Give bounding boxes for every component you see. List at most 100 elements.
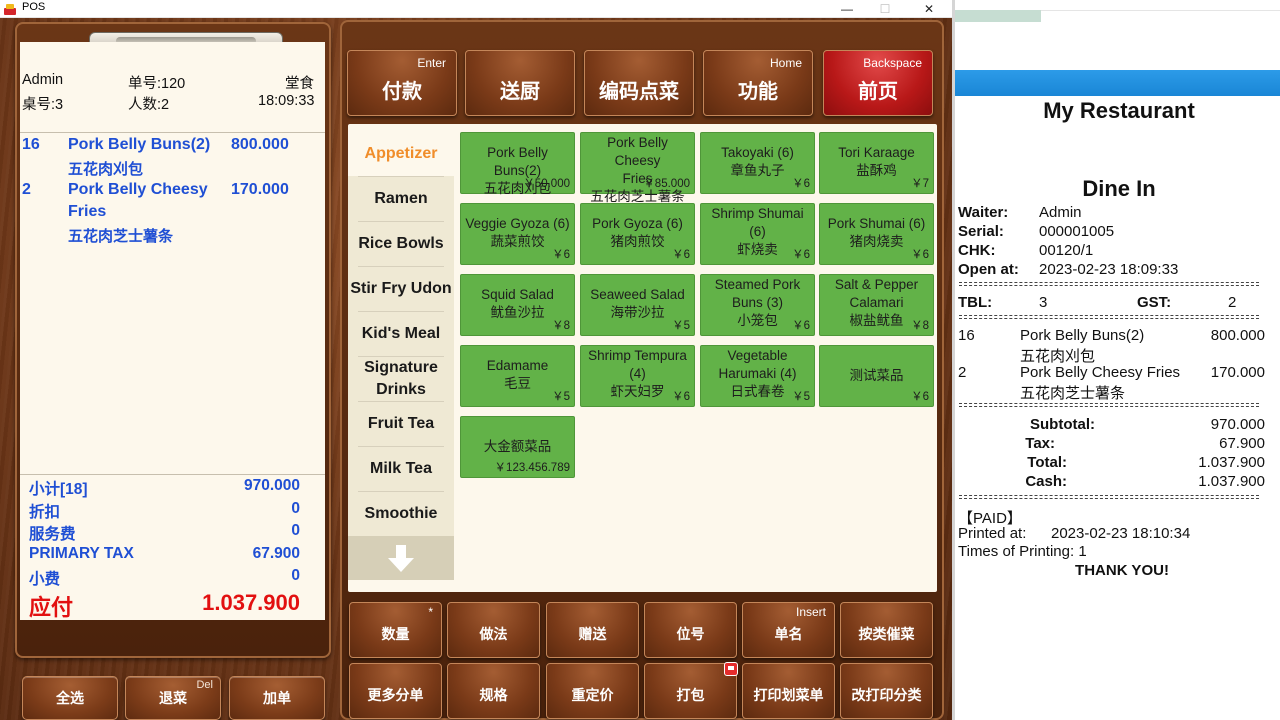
dish-price: ￥50.000: [523, 178, 570, 190]
dish-button[interactable]: Shrimp Tempura (4) 虾天妇罗 ￥6: [580, 345, 695, 407]
receipt-open-time: 2023-02-23 18:09:33: [1039, 261, 1179, 278]
action-button[interactable]: 赠送: [546, 602, 639, 658]
action-button[interactable]: Insert 单名: [742, 602, 835, 658]
dish-button[interactable]: Pork Gyoza (6) 猪肉煎饺 ￥6: [580, 203, 695, 265]
action-button[interactable]: 重定价: [546, 663, 639, 719]
category-scroll-down-button[interactable]: [348, 536, 454, 580]
action-button[interactable]: 做法: [447, 602, 540, 658]
return-item-button[interactable]: 退菜 Del: [125, 676, 221, 720]
receipt-tbl: 3: [1039, 294, 1048, 311]
dish-price: ￥6: [552, 249, 570, 261]
category-fruit-tea[interactable]: Fruit Tea: [348, 402, 454, 446]
dish-button[interactable]: Shrimp Shumai (6) 虾烧卖 ￥6: [700, 203, 815, 265]
item-name: Pork Belly Buns(2): [68, 136, 211, 153]
front-page-button[interactable]: Backspace 前页: [823, 50, 933, 116]
category-appetizer[interactable]: Appetizer: [348, 132, 454, 176]
dish-button[interactable]: Edamame 毛豆 ￥5: [460, 345, 575, 407]
receipt-divider: [959, 495, 1259, 499]
dish-button[interactable]: Tori Karaage 盐酥鸡 ￥7: [819, 132, 934, 194]
action-button-label: 改打印分类: [851, 688, 922, 704]
order-summary: 小计[18] 970.000 折扣 0 服务费 0 PRIMARY TAX 67…: [20, 474, 325, 620]
dish-button[interactable]: Takoyaki (6) 章鱼丸子 ￥6: [700, 132, 815, 194]
receipt-subtotal-label: Subtotal:: [1030, 416, 1095, 433]
dish-name-line: Vegetable: [727, 348, 788, 363]
dish-button[interactable]: Veggie Gyoza (6) 蔬菜煎饺 ￥6: [460, 203, 575, 265]
receipt-item-cn: 五花肉刈包: [1020, 348, 1096, 365]
dish-button[interactable]: Pork Belly Buns(2) 五花肉刈包 ￥50.000: [460, 132, 575, 196]
action-button[interactable]: * 数量: [349, 602, 442, 658]
dish-button[interactable]: Salt & Pepper Calamari 椒盐鱿鱼 ￥8: [819, 274, 934, 336]
dish-name-line: Seaweed Salad: [590, 287, 685, 302]
receipt-total: 1.037.900: [1198, 454, 1265, 471]
action-button[interactable]: 规格: [447, 663, 540, 719]
tip-value: 0: [291, 567, 300, 584]
subtotal-label: 小计[18]: [29, 481, 88, 498]
dish-name-line: Shrimp Shumai: [711, 206, 804, 221]
action-button[interactable]: 位号: [644, 602, 737, 658]
action-button-label: 单名: [774, 627, 803, 643]
dish-price: ￥5: [552, 391, 570, 403]
category-rice-bowls[interactable]: Rice Bowls: [348, 222, 454, 266]
add-order-button[interactable]: 加单: [229, 676, 325, 720]
category-signature-drinks[interactable]: Signature Drinks: [348, 357, 454, 401]
item-qty: 16: [22, 136, 40, 153]
code-order-button[interactable]: 编码点菜: [584, 50, 694, 116]
order-ticket: Admin 单号:120 堂食 桌号:3 人数:2 18:09:33 16 Po…: [20, 42, 325, 620]
tip-label: 小费: [29, 571, 61, 588]
receipt-cash: 1.037.900: [1198, 473, 1265, 490]
category-milk-tea[interactable]: Milk Tea: [348, 447, 454, 491]
send-to-kitchen-button[interactable]: 送厨: [465, 50, 575, 116]
dish-button[interactable]: Squid Salad 鱿鱼沙拉 ￥8: [460, 274, 575, 336]
action-button[interactable]: 更多分单: [349, 663, 442, 719]
receipt-paper: My Restaurant Dine In Waiter: Admin Seri…: [955, 96, 1280, 720]
dish-price: ￥6: [911, 249, 929, 261]
dish-button[interactable]: Vegetable Harumaki (4) 日式春卷 ￥5: [700, 345, 815, 407]
dish-name-line: Veggie Gyoza (6): [465, 216, 570, 231]
dish-button[interactable]: 测试菜品 ￥6: [819, 345, 934, 407]
receipt-preview: My Restaurant Dine In Waiter: Admin Seri…: [952, 0, 1280, 720]
dish-button[interactable]: Pork Belly Cheesy Fries 五花肉芝士薯条 ￥85.000: [580, 132, 695, 204]
dish-button[interactable]: Steamed Pork Buns (3) 小笼包 ￥6: [700, 274, 815, 336]
action-button[interactable]: 按类催菜: [840, 602, 933, 658]
receipt-tax-label: Tax:: [1025, 435, 1055, 452]
order-time: 18:09:33: [258, 93, 315, 109]
receipt-subtotal: 970.000: [1210, 416, 1265, 433]
action-button-label: 更多分单: [367, 688, 424, 704]
action-button[interactable]: 改打印分类: [840, 663, 933, 719]
receipt-printed-time: 2023-02-23 18:10:34: [1051, 525, 1191, 542]
dish-price: ￥8: [911, 320, 929, 332]
receipt-item-name: Pork Belly Buns(2): [1020, 327, 1145, 344]
dish-name-line: Takoyaki (6): [721, 145, 794, 160]
dish-name-line: Shrimp Tempura: [588, 348, 687, 363]
dish-price: ￥7: [911, 178, 929, 190]
dish-price: ￥6: [792, 320, 810, 332]
pay-button[interactable]: Enter 付款: [347, 50, 457, 116]
action-button-label: 赠送: [578, 627, 607, 643]
category-smoothie[interactable]: Smoothie: [348, 492, 454, 536]
dish-name-line: Salt & Pepper: [834, 277, 919, 292]
item-name-line2: Fries: [68, 203, 107, 220]
select-all-button[interactable]: 全选: [22, 676, 118, 720]
dish-name-line: 测试菜品: [849, 368, 904, 383]
category-kids-meal[interactable]: Kid's Meal: [348, 312, 454, 356]
dish-price: ￥85.000: [643, 178, 690, 190]
arrow-down-icon: [388, 545, 414, 572]
dish-name-line: (6): [749, 224, 766, 239]
category-stir-fry-udon[interactable]: Stir Fry Udon: [348, 267, 454, 311]
dish-button[interactable]: 大金额菜品 ￥123.456.789: [460, 416, 575, 478]
receipt-cash-label: Cash:: [1025, 473, 1067, 490]
category-ramen[interactable]: Ramen: [348, 177, 454, 221]
close-button[interactable]: ✕: [906, 0, 952, 18]
subtotal-value: 970.000: [243, 477, 300, 494]
maximize-button[interactable]: ☐: [862, 0, 908, 18]
receipt-serial: 000001005: [1039, 223, 1115, 240]
hotkey-hint: Insert: [795, 605, 826, 619]
receipt-gst-label: GST:: [1137, 294, 1172, 311]
action-button[interactable]: 打印划菜单: [742, 663, 835, 719]
dish-button[interactable]: Seaweed Salad 海带沙拉 ￥5: [580, 274, 695, 336]
functions-button[interactable]: Home 功能: [703, 50, 813, 116]
item-price: 800.000: [231, 136, 289, 153]
dish-button[interactable]: Pork Shumai (6) 猪肉烧卖 ￥6: [819, 203, 934, 265]
receipt-printed-label: Printed at:: [958, 525, 1027, 542]
dish-name: 大金额菜品: [463, 438, 572, 456]
